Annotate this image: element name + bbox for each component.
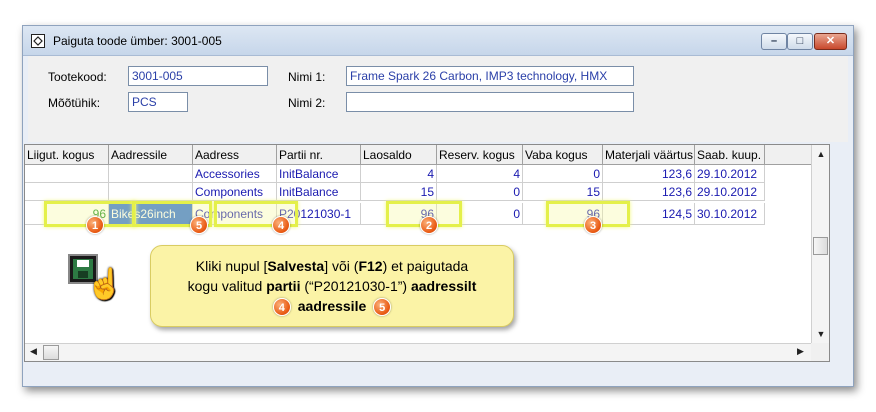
vertical-scroll-thumb[interactable]	[813, 237, 828, 255]
callout-badge-5: 5	[373, 298, 392, 317]
callout-bold-aadressilt: aadressilt	[410, 278, 477, 294]
nimi1-label: Nimi 1:	[288, 70, 326, 84]
col-vaba-kogus[interactable]: Vaba kogus	[523, 145, 603, 165]
nimi1-field[interactable]: Frame Spark 26 Carbon, IMP3 technology, …	[346, 66, 634, 86]
table-cell[interactable]: InitBalance	[277, 165, 361, 183]
instruction-callout: Kliki nupul [Salvesta] või (F12) et paig…	[150, 245, 514, 327]
col-laosaldo[interactable]: Laosaldo	[361, 145, 437, 165]
minimize-button[interactable]: –	[761, 33, 787, 50]
callout-text: ] või (	[324, 258, 359, 274]
pointer-hand-icon: ☝	[86, 268, 124, 301]
maximize-button[interactable]: □	[787, 33, 813, 50]
scroll-left-icon[interactable]: ◀	[30, 346, 37, 357]
scroll-right-icon[interactable]: ▶	[797, 346, 804, 357]
callout-bold-salvesta: Salvesta	[267, 258, 325, 274]
table-cell[interactable]: 123,6	[603, 183, 695, 201]
callout-badge-4: 4	[272, 298, 291, 317]
table-cell[interactable]: 4	[437, 165, 523, 183]
step-badge-2: 2	[420, 216, 438, 234]
horizontal-scroll-thumb[interactable]	[43, 345, 59, 360]
step-badge-3: 3	[584, 216, 602, 234]
col-partii-nr[interactable]: Partii nr.	[277, 145, 361, 165]
col-aadressile[interactable]: Aadressile	[109, 145, 193, 165]
nimi2-label: Nimi 2:	[288, 96, 326, 110]
minimize-icon: –	[770, 35, 778, 47]
vertical-scrollbar[interactable]: ▲ ▼	[811, 145, 829, 345]
callout-line-2: kogu valitud partii (“P20121030-1”) aadr…	[151, 276, 513, 296]
maximize-icon: □	[796, 35, 804, 47]
mootuhik-label: Mõõtühik:	[48, 96, 101, 110]
table-cell[interactable]: Accessories	[193, 165, 277, 183]
tootekood-label: Tootekood:	[48, 70, 107, 84]
callout-text: Kliki nupul [	[195, 258, 268, 274]
table-cell[interactable]	[25, 183, 109, 201]
table-cell[interactable]: Components	[193, 183, 277, 201]
col-materjali-vaartus[interactable]: Materjali väärtus	[603, 145, 695, 165]
table-cell[interactable]: InitBalance	[277, 183, 361, 201]
grid-header: Liigut. kogus Aadressile Aadress Partii …	[25, 145, 812, 165]
table-cell[interactable]	[109, 183, 193, 201]
callout-text: (“P20121030-1”)	[300, 278, 411, 294]
callout-text: kogu valitud	[187, 278, 267, 294]
product-form: Tootekood: 3001-005 Mõõtühik: PCS Nimi 1…	[28, 56, 848, 142]
horizontal-scrollbar[interactable]: ◀ ▶	[25, 343, 812, 361]
close-button[interactable]: ✕	[814, 33, 847, 50]
table-cell[interactable]: 0	[437, 183, 523, 201]
step-badge-4: 4	[272, 216, 290, 234]
col-aadress[interactable]: Aadress	[193, 145, 277, 165]
title-bar[interactable]: Paiguta toode ümber: 3001-005 – □ ✕	[23, 26, 853, 56]
scroll-up-icon[interactable]: ▲	[812, 149, 830, 159]
window-title: Paiguta toode ümber: 3001-005	[53, 34, 222, 48]
table-cell[interactable]: 0	[523, 165, 603, 183]
col-liigut-kogus[interactable]: Liigut. kogus	[25, 145, 109, 165]
callout-bold-aadressile: aadressile	[297, 298, 367, 314]
table-row[interactable]: Components InitBalance 15 0 15 123,6 29.…	[25, 183, 812, 201]
col-saab-kuup[interactable]: Saab. kuup.	[695, 145, 765, 165]
table-cell[interactable]: 15	[361, 183, 437, 201]
nimi2-field[interactable]	[346, 92, 634, 112]
scroll-down-icon[interactable]: ▼	[812, 329, 830, 339]
callout-text: ) et paigutada	[382, 258, 469, 274]
table-cell[interactable]: 4	[361, 165, 437, 183]
callout-bold-f12: F12	[358, 258, 383, 274]
scroll-corner	[811, 343, 829, 361]
step-badge-5: 5	[190, 216, 208, 234]
table-cell[interactable]	[25, 165, 109, 183]
table-cell[interactable]: 123,6	[603, 165, 695, 183]
callout-line-1: Kliki nupul [Salvesta] või (F12) et paig…	[151, 256, 513, 276]
table-cell[interactable]: 29.10.2012	[695, 165, 765, 183]
callout-bold-partii: partii	[266, 278, 301, 294]
table-cell[interactable]: 15	[523, 183, 603, 201]
table-row[interactable]: Accessories InitBalance 4 4 0 123,6 29.1…	[25, 165, 812, 183]
table-cell[interactable]: 29.10.2012	[695, 183, 765, 201]
table-cell[interactable]: 30.10.2012	[695, 203, 765, 225]
mootuhik-field[interactable]: PCS	[128, 92, 188, 112]
callout-line-3: 4 aadressile 5	[151, 296, 513, 317]
tootekood-field[interactable]: 3001-005	[128, 66, 268, 86]
table-cell[interactable]	[109, 165, 193, 183]
step-badge-1: 1	[86, 216, 104, 234]
app-icon	[31, 34, 45, 48]
col-reserv-kogus[interactable]: Reserv. kogus	[437, 145, 523, 165]
close-icon: ✕	[825, 35, 836, 47]
